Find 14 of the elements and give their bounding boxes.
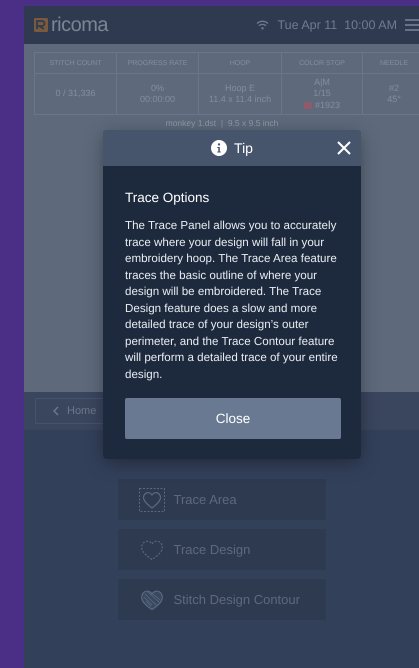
close-icon[interactable] xyxy=(337,141,351,155)
logo-text: ricoma xyxy=(51,14,108,36)
wifi-icon xyxy=(256,20,270,30)
dialog-body-text: The Trace Panel allows you to accurately trace where your design will fall in your embroidery hoop. The Trace Area feature traces the basic outline of where your design will be embroidered. The Trace Design feature does a slow and more detailed trace of your design’s outer perimeter, and the Trace Contour feature will perform a detailed trace of your entire design. xyxy=(125,218,339,382)
date-time: Tue Apr 11 10:00 AM xyxy=(277,18,397,32)
dashed-heart-icon xyxy=(138,538,164,560)
stitched-heart-icon xyxy=(138,588,164,610)
info-icon xyxy=(211,140,228,156)
chevron-left-icon xyxy=(53,406,59,416)
logo-icon xyxy=(34,18,48,32)
dialog-title: Tip xyxy=(234,140,253,156)
close-button[interactable]: Close xyxy=(125,398,341,439)
menu-icon[interactable] xyxy=(405,18,419,32)
dialog-heading: Trace Options xyxy=(125,190,210,205)
